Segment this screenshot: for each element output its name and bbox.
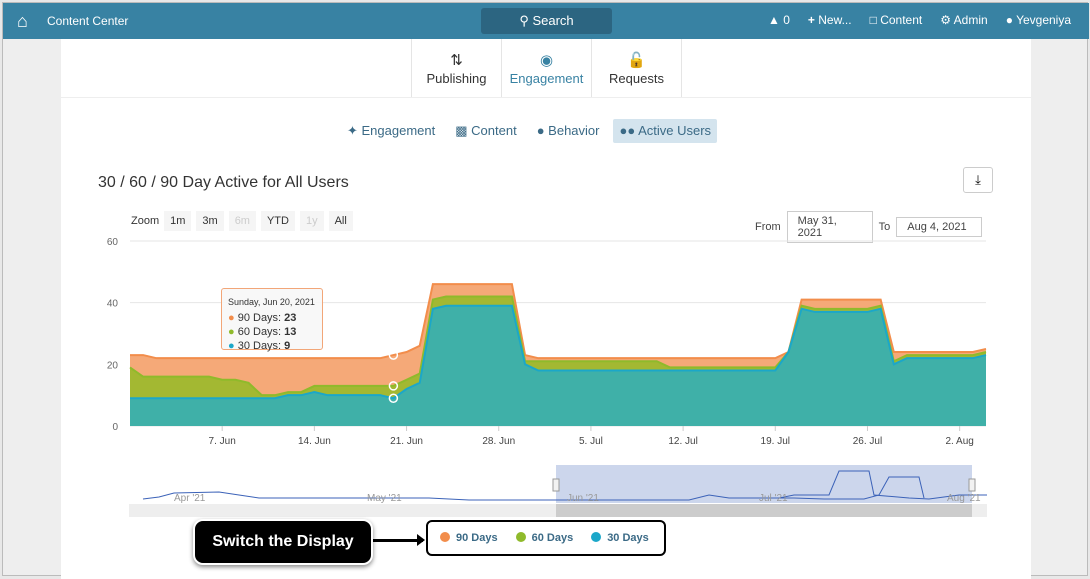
tooltip-value: 9 — [284, 340, 291, 352]
tooltip-label: 30 Days: — [237, 340, 285, 352]
legend-item-60[interactable]: 60 Days — [515, 532, 574, 544]
tooltip-label: 60 Days: — [237, 326, 285, 338]
legend-dot — [440, 532, 450, 542]
area-chart[interactable]: 0 20 40 60 7. Jun 14. Jun 21. Jun 28. Jun 5. Jul… — [3, 3, 1089, 463]
nav-label: Apr '21 — [174, 493, 206, 504]
nav-label: May '21 — [367, 493, 402, 504]
legend-label: 30 Days — [607, 532, 649, 544]
tooltip-label: 90 Days: — [237, 312, 285, 324]
legend-dot — [515, 532, 526, 542]
x-tick-label: 26. Jul — [853, 436, 882, 447]
tooltip-value: 13 — [284, 326, 297, 338]
nav-label: Jun '21 — [567, 493, 599, 504]
legend-item-30[interactable]: 30 Days — [591, 532, 649, 544]
navigator-right-handle[interactable] — [968, 478, 976, 492]
tooltip-row-90: ● 90 Days: 23 — [228, 312, 297, 324]
callout-label: Switch the Display — [193, 519, 373, 565]
x-tick-label: 12. Jul — [668, 436, 697, 447]
x-tick-label: 19. Jul — [761, 436, 790, 447]
callout-arrow — [373, 534, 425, 546]
nav-label: Jul '21 — [759, 493, 788, 504]
x-tick-label: 28. Jun — [482, 436, 515, 447]
legend-dot — [591, 532, 602, 542]
nav-label: Aug '21 — [947, 493, 981, 504]
tooltip-row-30: ● 30 Days: 9 — [228, 340, 291, 352]
y-tick-label: 20 — [107, 360, 119, 371]
x-tick-label: 7. Jun — [209, 436, 236, 447]
scrollbar-thumb[interactable] — [556, 504, 972, 517]
legend-label: 60 Days — [531, 532, 574, 544]
x-tick-label: 21. Jun — [390, 436, 423, 447]
tooltip-value: 23 — [284, 312, 297, 324]
tooltip-date: Sunday, Jun 20, 2021 — [228, 297, 315, 307]
y-tick-label: 0 — [112, 422, 118, 433]
navigator-left-handle[interactable] — [552, 478, 560, 492]
y-tick-label: 40 — [107, 299, 119, 310]
app-window: ⌂ Content Center ⚲ Search ▲ 0 + New... □… — [2, 2, 1089, 579]
chart-legend: 90 Days 60 Days 30 Days — [426, 520, 666, 556]
legend-item-90[interactable]: 90 Days — [440, 532, 498, 544]
x-tick-label: 2. Aug — [945, 436, 973, 447]
tooltip-row-60: ● 60 Days: 13 — [228, 326, 297, 338]
y-tick-label: 60 — [107, 237, 119, 248]
legend-label: 90 Days — [456, 532, 498, 544]
navigator[interactable]: Apr '21 May '21 Jun '21 Jul '21 Aug '21 — [129, 465, 987, 517]
x-tick-label: 5. Jul — [579, 436, 603, 447]
x-tick-label: 14. Jun — [298, 436, 331, 447]
chart-tooltip: Sunday, Jun 20, 2021 ● 90 Days: 23 ● 60 … — [221, 288, 323, 352]
